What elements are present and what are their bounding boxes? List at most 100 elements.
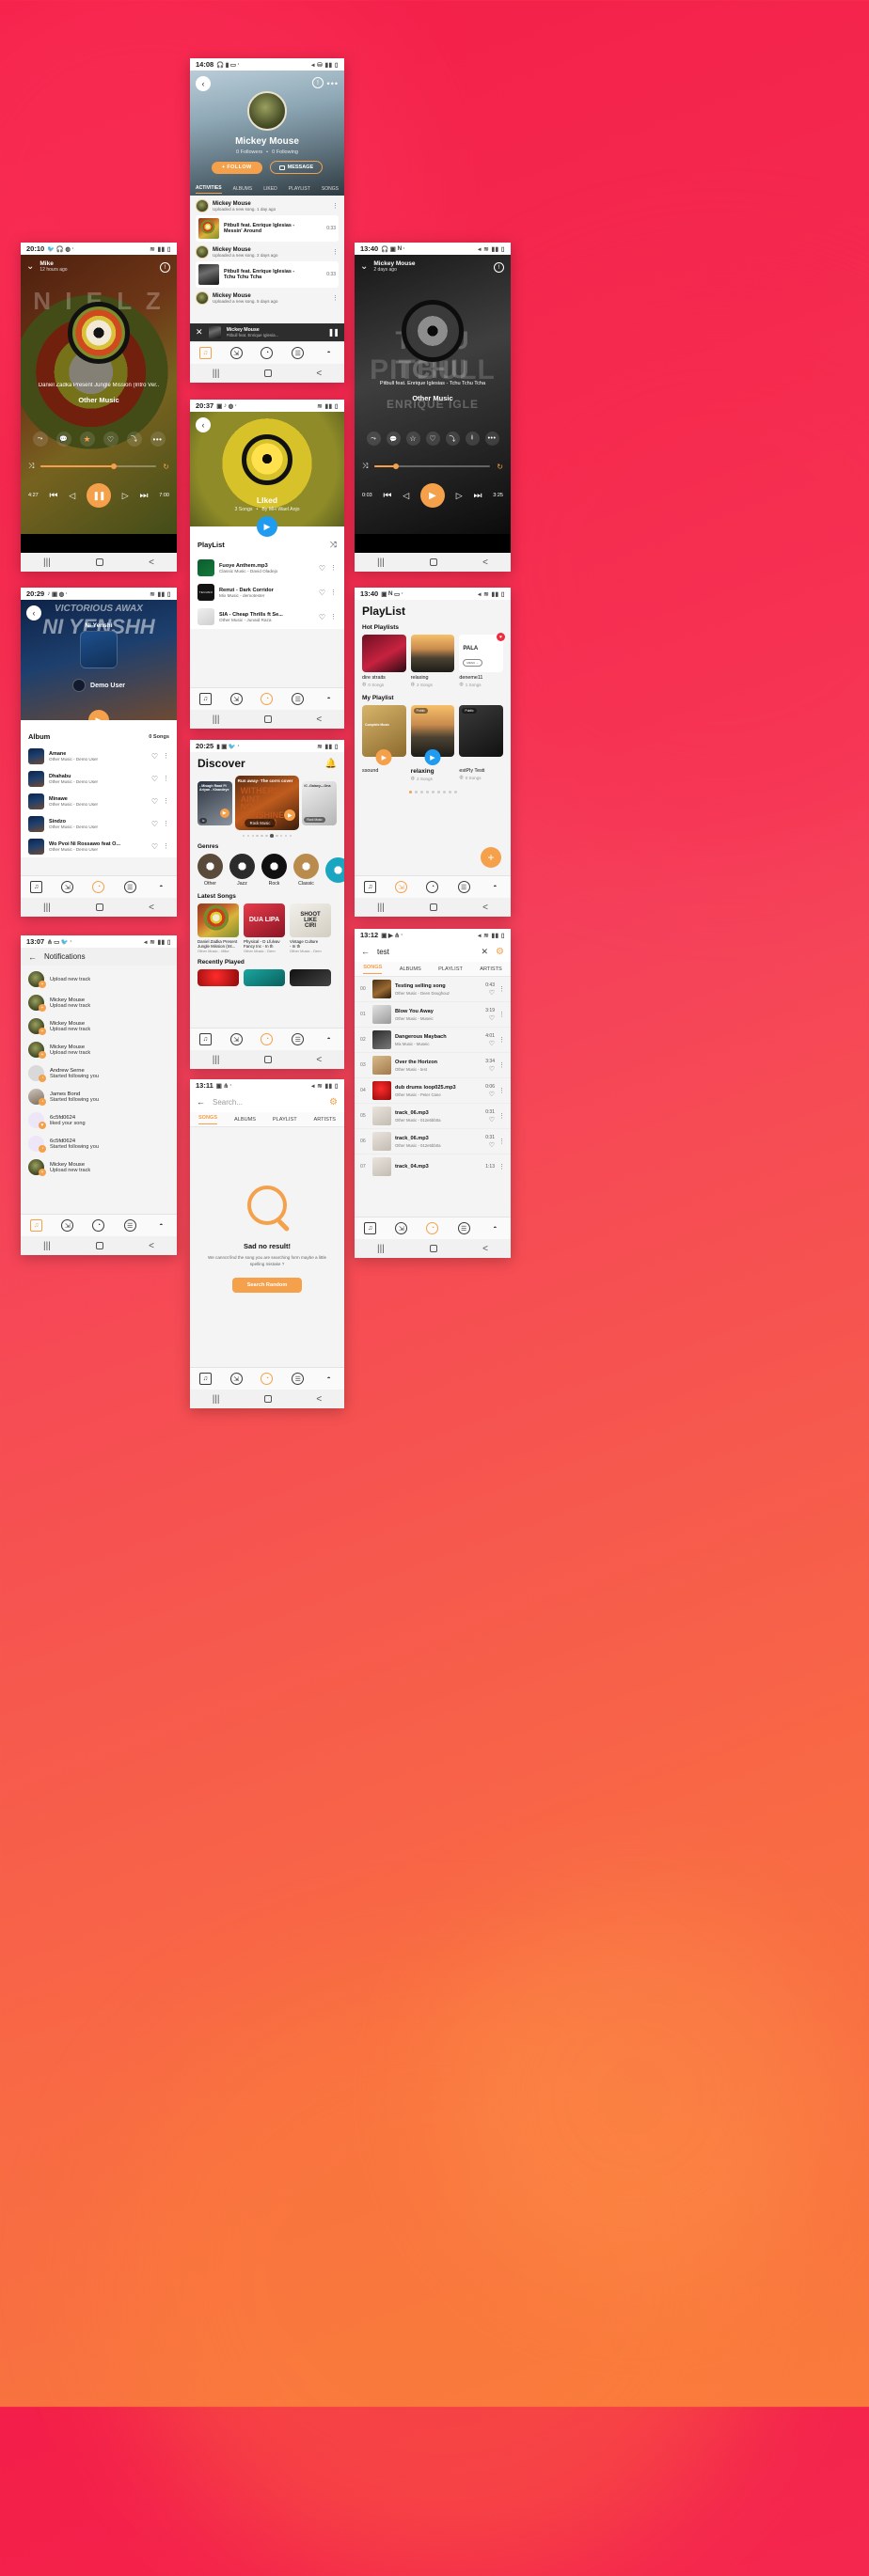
tab-library-icon[interactable]: ♫ [198, 1373, 212, 1385]
play-button[interactable]: ▶ [375, 749, 392, 765]
close-icon[interactable]: ✕ [196, 327, 203, 338]
comment-icon[interactable]: 💬 [55, 432, 71, 447]
tab-profile-icon[interactable]: ◓ [489, 881, 501, 893]
tab-liked[interactable]: LIKED [263, 186, 276, 192]
tab-trending-icon[interactable]: ⇲ [229, 693, 243, 705]
heart-icon[interactable]: ♡ [485, 989, 495, 997]
shuffle-icon[interactable]: ⤨ [330, 540, 337, 550]
list-item[interactable]: Minawe Other Music - Demo User ♡ ⋮ [28, 790, 169, 812]
tab-library-icon[interactable]: ♫ [30, 1219, 43, 1232]
recents-button[interactable]: ||| [213, 715, 220, 725]
back-button[interactable]: ‹ [196, 76, 211, 91]
home-button[interactable] [263, 369, 272, 377]
star-icon[interactable]: ★ [79, 432, 95, 447]
home-button[interactable] [263, 1056, 272, 1063]
album-artwork[interactable] [80, 631, 118, 668]
song-card[interactable]: DUA LIPA Physical - D Lfulvav Fancy Inc … [244, 903, 285, 953]
tab-artists[interactable]: ARTISTS [314, 1117, 337, 1123]
list-item[interactable]: Sindzo Other Music - Demo User ♡ ⋮ [28, 812, 169, 835]
more-vertical-icon[interactable]: ⋮ [163, 820, 169, 827]
more-vertical-icon[interactable]: ••• [327, 79, 339, 88]
back-button[interactable]: < [149, 1241, 154, 1251]
song-card[interactable]: Daniel Zadka Present Jungle Mission (Int… [198, 903, 239, 953]
home-button[interactable] [95, 558, 103, 566]
recents-button[interactable]: ||| [213, 1055, 220, 1065]
share-icon[interactable]: ⤳ [366, 432, 381, 446]
tab-playlist[interactable]: PLAYLIST [289, 186, 310, 192]
back-button[interactable]: < [149, 903, 154, 913]
tab-profile-icon[interactable]: ◓ [155, 881, 167, 893]
tab-playlist[interactable]: PLAYLIST [438, 966, 463, 972]
list-item[interactable]: + Mickey Mouse Upload new track [28, 1155, 169, 1179]
home-button[interactable] [95, 1242, 103, 1249]
heart-icon[interactable]: ♡ [485, 1040, 495, 1047]
back-button[interactable]: < [482, 558, 488, 568]
table-row[interactable]: 06 track_06.mp3 Other Music - 012e5bb0a … [355, 1129, 511, 1154]
comment-icon[interactable]: 💬 [386, 432, 401, 446]
back-button[interactable]: ← [197, 1097, 205, 1107]
more-vertical-icon[interactable]: ⋮ [332, 294, 339, 302]
heart-icon[interactable]: ♡ [151, 797, 158, 806]
back-button[interactable]: < [149, 558, 154, 568]
heart-icon[interactable]: ♡ [485, 1141, 495, 1149]
list-item[interactable]: + Upload new track [28, 967, 169, 991]
list-item[interactable]: ◔ Andrew Serne Started following you [28, 1061, 169, 1085]
tab-trending-icon[interactable]: ⇲ [229, 1033, 243, 1045]
back-button[interactable]: < [316, 1055, 322, 1065]
back-button[interactable]: < [316, 1394, 322, 1405]
play-button[interactable]: ▶ [419, 483, 445, 508]
add-playlist-button[interactable]: + [481, 847, 501, 868]
forward-icon[interactable]: ▷ [456, 491, 463, 501]
follow-button[interactable]: + FOLLOW [211, 161, 262, 174]
tab-library-icon[interactable]: ♫ [198, 1033, 212, 1045]
rewind-icon[interactable]: ◁ [69, 491, 75, 501]
home-button[interactable] [429, 1245, 437, 1252]
play-button[interactable]: ▶ [257, 516, 277, 537]
list-item[interactable]: Wo Pvoi Ni Rossawo feat O... Other Music… [28, 835, 169, 857]
heart-icon[interactable]: ♡ [151, 752, 158, 761]
table-row[interactable]: 01 Blow You Away Other Music - Museic 3:… [355, 1002, 511, 1028]
recents-button[interactable]: ||| [213, 369, 220, 379]
more-icon[interactable]: ••• [150, 432, 166, 447]
tab-profile-icon[interactable]: ◓ [155, 1219, 167, 1232]
tab-library-icon[interactable]: ♫ [30, 881, 43, 893]
more-icon[interactable]: ••• [484, 432, 499, 446]
heart-icon[interactable]: ♡ [485, 1116, 495, 1123]
play-button[interactable]: ▶ [88, 710, 109, 720]
download-icon[interactable]: ⭳ [465, 432, 480, 446]
back-button[interactable]: < [482, 903, 488, 913]
forward-icon[interactable]: ▷ [122, 491, 129, 501]
recents-button[interactable]: ||| [377, 558, 385, 568]
play-button[interactable]: ▶ [424, 749, 441, 765]
mini-player[interactable]: ✕ Mickey Mouse Pitbull feat. Enrique Igl… [190, 323, 344, 341]
tab-activities[interactable]: ACTIVITIES [196, 185, 222, 194]
tab-playlist-icon[interactable]: ☰ [292, 1373, 305, 1385]
more-vertical-icon[interactable]: ⋮ [498, 1163, 505, 1170]
avatar[interactable] [72, 679, 87, 692]
tab-fire-icon[interactable]: ◔ [261, 1033, 274, 1045]
activity-item[interactable]: Mickey Mouse Uploaded a new song. 1 day … [196, 199, 339, 242]
home-button[interactable] [263, 1395, 272, 1403]
play-button[interactable]: ▶ [284, 809, 296, 821]
table-row[interactable]: 04 dub drums loop025.mp3 Other Music - P… [355, 1078, 511, 1104]
progress-thumb[interactable] [110, 463, 117, 469]
avatar[interactable] [247, 91, 287, 131]
song-artwork[interactable] [290, 969, 331, 987]
more-vertical-icon[interactable]: ⋮ [163, 842, 169, 850]
song-artwork[interactable] [244, 969, 285, 987]
tab-songs[interactable]: SONGS [322, 186, 339, 192]
more-vertical-icon[interactable]: ⋮ [163, 797, 169, 805]
recents-button[interactable]: ||| [377, 1244, 385, 1254]
carousel-card[interactable]: IC -Galaxy---Ona Rock Music [302, 780, 337, 825]
playlist-card[interactable]: Public estPly Testi ◍ 0 Songs [459, 705, 503, 780]
tab-fire-icon[interactable]: ◔ [92, 1219, 105, 1232]
favorite-badge-icon[interactable]: ♥ [497, 633, 506, 641]
clear-search-icon[interactable]: ✕ [481, 947, 488, 957]
progress-slider[interactable] [374, 463, 491, 469]
more-vertical-icon[interactable]: ⋮ [163, 775, 169, 782]
info-icon[interactable]: ! [160, 262, 170, 273]
tab-songs[interactable]: SONGS [363, 965, 383, 974]
collapse-button[interactable]: ⌄ [26, 261, 34, 272]
tab-playlist-icon[interactable]: ☰ [292, 1033, 305, 1045]
more-vertical-icon[interactable]: ⋮ [498, 1087, 505, 1094]
